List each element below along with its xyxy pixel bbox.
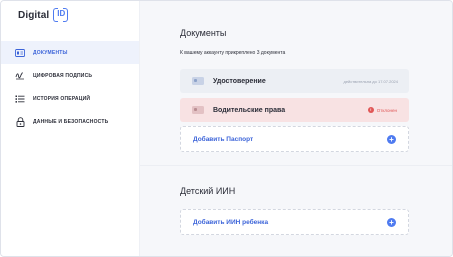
status-badge: ! Отклонен [367, 107, 397, 113]
document-title: Водительские права [213, 106, 286, 114]
plus-icon[interactable]: + [387, 134, 396, 144]
main-content: Документы К вашему аккаунту прикреплено … [140, 1, 452, 256]
plus-icon[interactable]: + [387, 217, 396, 227]
sidebar: Digital ID ДОКУМЕНТЫ ЦИФРОВАЯ ПОДПИСЬ ИС… [1, 1, 140, 256]
sidebar-item-label: ЦИФРОВАЯ ПОДПИСЬ [33, 72, 93, 79]
sidebar-item-label: ДОКУМЕНТЫ [33, 49, 68, 56]
lock-icon [15, 116, 25, 127]
logo[interactable]: Digital ID [18, 7, 69, 23]
sidebar-nav: ДОКУМЕНТЫ ЦИФРОВАЯ ПОДПИСЬ ИСТОРИЯ ОПЕРА… [1, 41, 139, 133]
documents-subtitle: К вашему аккаунту прикреплено 3 документ… [180, 50, 286, 56]
signature-icon [15, 71, 25, 81]
add-passport-label: Добавить Паспорт [193, 135, 254, 143]
sidebar-item-signature[interactable]: ЦИФРОВАЯ ПОДПИСЬ [1, 64, 139, 87]
logo-text: Digital [18, 9, 50, 21]
add-passport-button[interactable]: Добавить Паспорт + [180, 126, 409, 152]
document-card-drivers-license[interactable]: Водительские права ! Отклонен [180, 98, 409, 122]
child-iin-title: Детский ИИН [180, 186, 236, 196]
app-window: Digital ID ДОКУМЕНТЫ ЦИФРОВАЯ ПОДПИСЬ ИС… [0, 0, 453, 257]
document-title: Удостоверение [213, 77, 266, 85]
id-card-icon [192, 77, 204, 85]
list-icon [15, 94, 25, 104]
sidebar-item-security[interactable]: ДАННЫЕ И БЕЗОПАСНОСТЬ [1, 110, 139, 133]
section-divider [140, 165, 452, 166]
sidebar-item-label: ДАННЫЕ И БЕЗОПАСНОСТЬ [33, 118, 109, 125]
status-text: Отклонен [376, 107, 397, 113]
document-card-id[interactable]: Удостоверение действительна до 17.07.202… [180, 69, 409, 93]
add-child-iin-label: Добавить ИИН ребенка [193, 218, 269, 226]
document-validity: действительна до 17.07.2024 [343, 78, 398, 84]
add-child-iin-button[interactable]: Добавить ИИН ребенка + [180, 209, 409, 235]
id-card-icon [15, 48, 25, 58]
sidebar-item-history[interactable]: ИСТОРИЯ ОПЕРАЦИЙ [1, 87, 139, 110]
license-card-icon [192, 106, 204, 114]
sidebar-item-label: ИСТОРИЯ ОПЕРАЦИЙ [33, 95, 91, 102]
sidebar-item-documents[interactable]: ДОКУМЕНТЫ [1, 41, 139, 64]
alert-icon: ! [367, 107, 374, 113]
documents-title: Документы [180, 28, 227, 38]
logo-id-mark: ID [53, 8, 69, 22]
